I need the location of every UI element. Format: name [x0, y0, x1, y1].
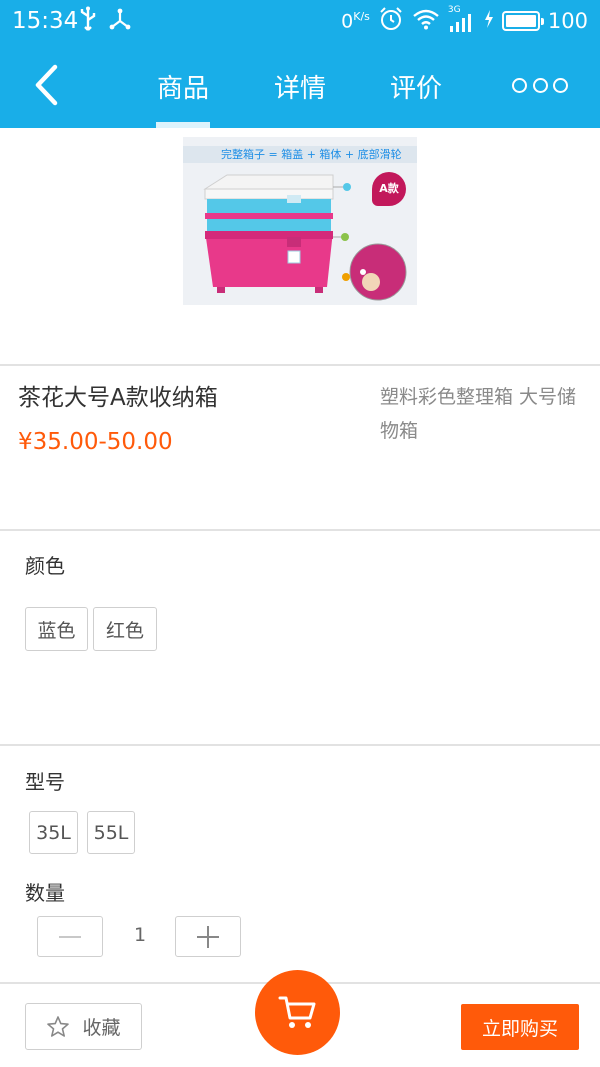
minus-icon: [59, 935, 81, 938]
model-option-55l[interactable]: 55L: [87, 811, 135, 854]
status-time: 15:34: [12, 8, 79, 34]
storage-box-illustration: [203, 174, 407, 301]
battery-icon: [501, 11, 544, 31]
favorite-label: 收藏: [82, 1017, 121, 1039]
tab-reviews[interactable]: 评价: [390, 68, 442, 105]
tab-details[interactable]: 详情: [274, 68, 326, 105]
alarm-icon: [378, 6, 404, 37]
model-badge: A款: [372, 172, 406, 206]
back-button[interactable]: [26, 62, 66, 108]
chevron-left-icon: [35, 64, 58, 106]
divider: [0, 529, 600, 531]
quantity-decrease-button[interactable]: [37, 916, 103, 957]
app-header: 15:34 0K/s 3G 100 商品 详情 评价: [0, 0, 600, 128]
color-label: 颜色: [25, 554, 65, 578]
product-image[interactable]: 完整箱子 = 箱盖 + 箱体 + 底部滑轮 A款: [183, 137, 417, 305]
charging-icon: [484, 9, 494, 34]
color-option-red[interactable]: 红色: [93, 607, 157, 651]
product-price: ¥35.00-50.00: [18, 429, 173, 455]
color-option-blue[interactable]: 蓝色: [25, 607, 88, 651]
divider: [0, 364, 600, 366]
network-share-icon: [108, 8, 132, 36]
more-dots-icon: [512, 77, 527, 93]
signal-icon: 3G: [448, 5, 476, 34]
plus-icon: [197, 925, 219, 948]
wifi-icon: [412, 8, 440, 35]
nav-bar: 商品 详情 评价: [0, 42, 600, 128]
divider: [0, 744, 600, 746]
more-button[interactable]: [512, 76, 568, 94]
shopping-cart-icon: [278, 996, 315, 1028]
model-option-35l[interactable]: 35L: [29, 811, 78, 854]
tab-product[interactable]: 商品: [157, 68, 209, 105]
favorite-button[interactable]: 收藏: [25, 1003, 142, 1050]
quantity-value: 1: [133, 924, 147, 946]
usb-icon: [78, 6, 98, 38]
quantity-increase-button[interactable]: [175, 916, 241, 957]
active-tab-indicator: [156, 122, 210, 128]
battery-level: 100: [547, 9, 588, 33]
quantity-label: 数量: [25, 881, 65, 905]
product-subtitle: 塑料彩色整理箱 大号储物箱: [380, 386, 577, 442]
model-label: 型号: [25, 770, 65, 794]
network-speed: 0K/s: [341, 9, 370, 33]
buy-now-button[interactable]: 立即购买: [461, 1004, 579, 1050]
star-icon: [47, 1015, 70, 1037]
status-right-group: 0K/s 3G 100: [341, 5, 588, 37]
product-title: 茶花大号A款收纳箱: [18, 385, 218, 411]
status-bar: 15:34 0K/s 3G 100: [0, 0, 600, 42]
cart-button[interactable]: [255, 970, 340, 1055]
